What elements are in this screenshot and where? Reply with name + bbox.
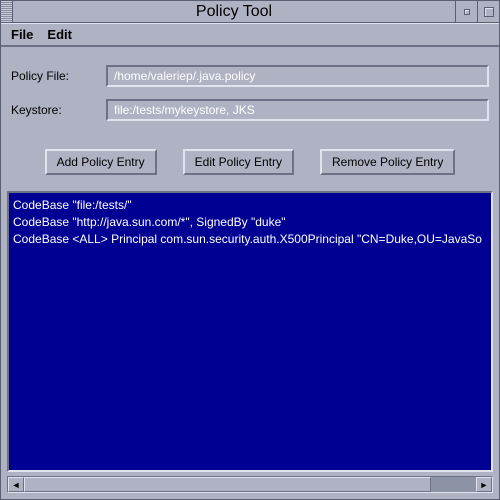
minimize-button[interactable]	[455, 1, 477, 22]
policy-entries-list[interactable]: CodeBase "file:/tests/" CodeBase "http:/…	[7, 191, 493, 472]
menubar: File Edit	[1, 23, 499, 47]
edit-policy-entry-button[interactable]: Edit Policy Entry	[183, 149, 294, 175]
titlebar-handle[interactable]	[1, 1, 13, 22]
window-title: Policy Tool	[13, 1, 455, 22]
menu-file[interactable]: File	[11, 27, 33, 42]
remove-policy-entry-button[interactable]: Remove Policy Entry	[320, 149, 455, 175]
keystore-input[interactable]	[106, 99, 489, 121]
form-area: Policy File: Keystore:	[1, 47, 499, 139]
policy-file-label: Policy File:	[11, 69, 106, 83]
scroll-track[interactable]	[24, 477, 476, 492]
horizontal-scrollbar[interactable]: ◄ ►	[7, 476, 493, 493]
policy-file-input[interactable]	[106, 65, 489, 87]
maximize-button[interactable]	[477, 1, 499, 22]
policy-tool-window: Policy Tool File Edit Policy File: Keyst…	[0, 0, 500, 500]
menu-edit[interactable]: Edit	[47, 27, 72, 42]
list-item[interactable]: CodeBase "file:/tests/"	[13, 197, 487, 214]
list-item[interactable]: CodeBase <ALL> Principal com.sun.securit…	[13, 231, 487, 248]
titlebar: Policy Tool	[1, 1, 499, 23]
scroll-thumb[interactable]	[24, 477, 431, 492]
keystore-label: Keystore:	[11, 103, 106, 117]
list-item[interactable]: CodeBase "http://java.sun.com/*", Signed…	[13, 214, 487, 231]
scroll-right-icon[interactable]: ►	[476, 477, 492, 492]
button-row: Add Policy Entry Edit Policy Entry Remov…	[1, 139, 499, 191]
add-policy-entry-button[interactable]: Add Policy Entry	[45, 149, 157, 175]
scroll-left-icon[interactable]: ◄	[8, 477, 24, 492]
